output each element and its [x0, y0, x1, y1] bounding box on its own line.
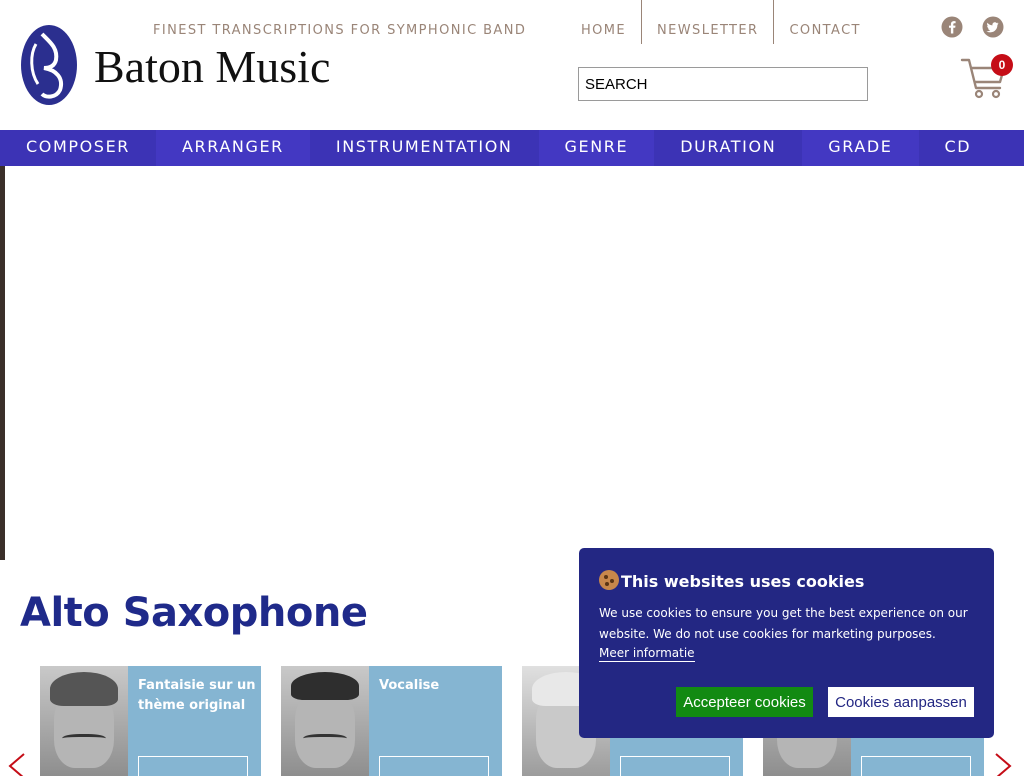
- logo-icon[interactable]: [20, 24, 78, 106]
- nav-arranger[interactable]: ARRANGER: [156, 130, 310, 166]
- brand-name[interactable]: Baton Music: [94, 40, 330, 93]
- card-button[interactable]: [379, 756, 489, 776]
- card-button[interactable]: [138, 756, 248, 776]
- cart-count-badge: 0: [991, 54, 1013, 76]
- nav-home[interactable]: HOME: [566, 0, 641, 44]
- product-card[interactable]: Fantaisie sur un thème original: [40, 666, 261, 776]
- card-title: Fantaisie sur un thème original: [138, 678, 256, 713]
- twitter-icon[interactable]: [982, 16, 1004, 38]
- facebook-icon[interactable]: [941, 16, 963, 38]
- hero-banner: [0, 166, 1024, 560]
- cookie-text: We use cookies to ensure you get the bes…: [599, 606, 968, 641]
- main-nav: COMPOSER ARRANGER INSTRUMENTATION GENRE …: [0, 130, 1024, 166]
- nav-contact[interactable]: CONTACT: [774, 0, 875, 44]
- site-header: Baton Music FINEST TRANSCRIPTIONS FOR SY…: [0, 0, 1024, 130]
- more-info-link[interactable]: Meer informatie: [599, 646, 695, 662]
- cookie-banner: This websites uses cookies We use cookie…: [579, 548, 994, 738]
- chevron-left-icon[interactable]: [4, 752, 28, 776]
- chevron-right-icon[interactable]: [992, 752, 1016, 776]
- tagline: FINEST TRANSCRIPTIONS FOR SYMPHONIC BAND: [153, 23, 527, 38]
- composer-photo: [281, 666, 369, 776]
- card-title: Vocalise: [379, 678, 440, 693]
- product-card[interactable]: Vocalise: [281, 666, 502, 776]
- nav-cd[interactable]: CD: [919, 130, 998, 166]
- card-button[interactable]: [620, 756, 730, 776]
- nav-genre[interactable]: GENRE: [538, 130, 655, 166]
- composer-photo: [40, 666, 128, 776]
- section-title: Alto Saxophone: [20, 590, 368, 636]
- nav-newsletter[interactable]: NEWSLETTER: [642, 0, 773, 44]
- accept-cookies-button[interactable]: Accepteer cookies: [676, 687, 813, 717]
- nav-instrumentation[interactable]: INSTRUMENTATION: [310, 130, 539, 166]
- cookie-icon: [599, 570, 619, 590]
- nav-grade[interactable]: GRADE: [802, 130, 919, 166]
- top-nav: HOME NEWSLETTER CONTACT: [566, 0, 876, 44]
- nav-duration[interactable]: DURATION: [654, 130, 802, 166]
- customize-cookies-button[interactable]: Cookies aanpassen: [828, 687, 974, 717]
- cookie-title: This websites uses cookies: [599, 570, 864, 591]
- nav-composer[interactable]: COMPOSER: [0, 130, 156, 166]
- search-input[interactable]: [578, 67, 868, 101]
- card-button[interactable]: [861, 756, 971, 776]
